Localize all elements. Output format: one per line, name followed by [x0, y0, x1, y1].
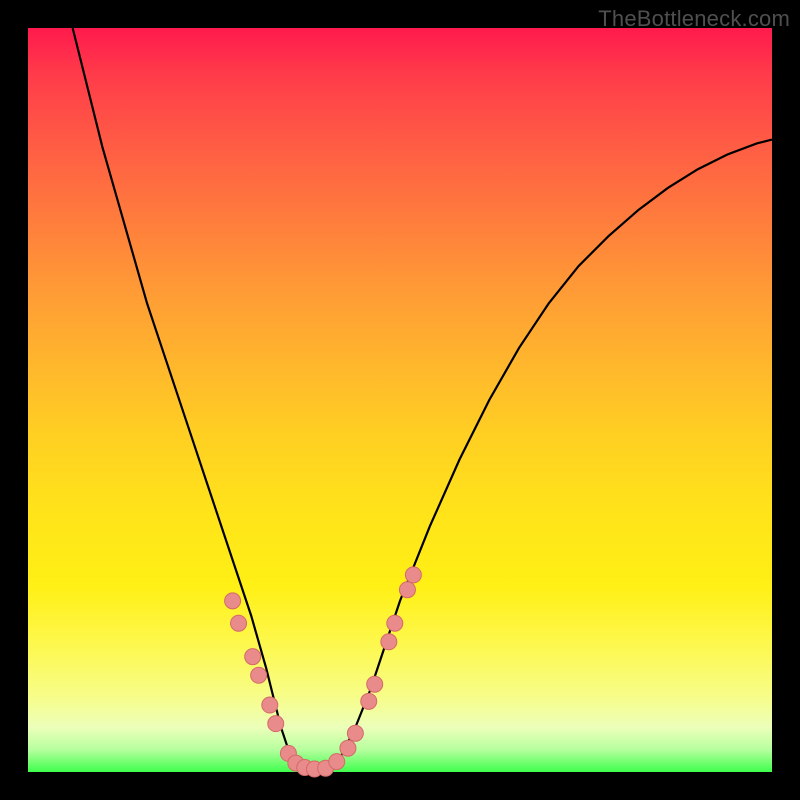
data-marker	[245, 649, 261, 665]
bottleneck-curve	[73, 28, 772, 772]
data-marker	[381, 634, 397, 650]
data-marker	[225, 593, 241, 609]
data-marker	[405, 567, 421, 583]
data-marker	[387, 615, 403, 631]
watermark-text: TheBottleneck.com	[598, 6, 790, 32]
data-marker	[340, 740, 356, 756]
data-marker	[347, 725, 363, 741]
data-marker	[268, 716, 284, 732]
data-marker	[329, 754, 345, 770]
data-marker	[262, 697, 278, 713]
data-marker	[231, 615, 247, 631]
data-marker	[251, 667, 267, 683]
data-marker	[399, 582, 415, 598]
data-marker	[367, 676, 383, 692]
outer-frame: TheBottleneck.com	[0, 0, 800, 800]
data-marker	[361, 693, 377, 709]
chart-svg	[28, 28, 772, 772]
marker-group	[225, 567, 422, 777]
